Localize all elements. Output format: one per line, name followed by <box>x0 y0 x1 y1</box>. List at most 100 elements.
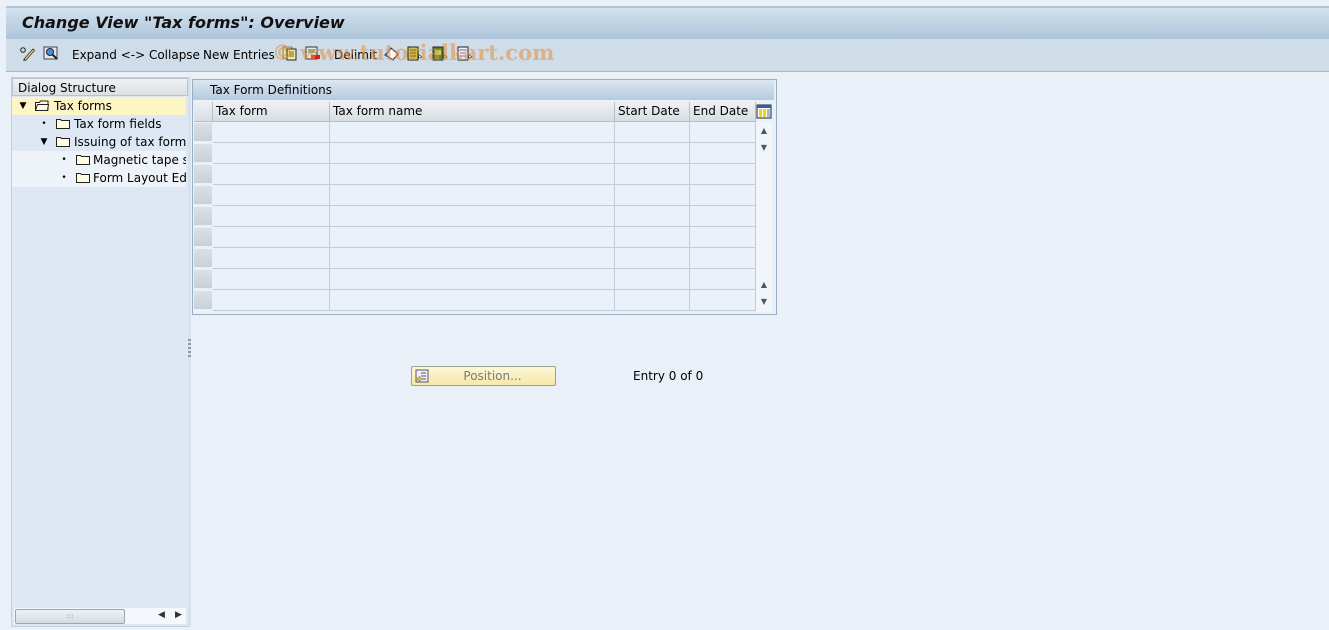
table-cell[interactable] <box>213 248 330 269</box>
expand-collapse-button[interactable]: Expand <-> Collapse <box>72 47 200 63</box>
column-header-tax-form-name[interactable]: Tax form name <box>330 102 615 122</box>
application-toolbar: Expand <-> Collapse New Entries Delimit <box>6 39 1329 72</box>
delimit-button[interactable]: Delimit <box>334 47 377 63</box>
row-selector[interactable] <box>194 270 212 289</box>
scroll-down-icon[interactable]: ▼ <box>756 140 772 156</box>
column-header-end-date[interactable]: End Date <box>690 102 756 122</box>
splitter-grip <box>188 351 191 353</box>
tree-item-tax-forms[interactable]: ▼ Tax forms <box>12 97 186 115</box>
new-entries-button[interactable]: New Entries <box>203 47 275 63</box>
table-settings-icon[interactable] <box>756 103 772 120</box>
table-cell[interactable] <box>330 227 615 248</box>
table-cell[interactable] <box>213 164 330 185</box>
table-cell[interactable] <box>330 269 615 290</box>
column-header-start-date[interactable]: Start Date <box>615 102 690 122</box>
table-cell[interactable] <box>213 269 330 290</box>
find-icon[interactable] <box>43 46 59 61</box>
row-selector[interactable] <box>194 228 212 247</box>
table-cell[interactable] <box>690 164 756 185</box>
folder-icon <box>76 173 90 183</box>
column-header-tax-form[interactable]: Tax form <box>213 102 330 122</box>
table-cell[interactable] <box>690 185 756 206</box>
table-cell[interactable] <box>330 206 615 227</box>
table-cell[interactable] <box>690 227 756 248</box>
expanded-triangle-icon[interactable]: ▼ <box>39 133 49 151</box>
tax-form-definitions-table: Tax Form Definitions Tax form Tax form n… <box>192 79 777 315</box>
table-cell[interactable] <box>330 290 615 311</box>
table-cell[interactable] <box>690 248 756 269</box>
table-cell[interactable] <box>615 164 690 185</box>
pencil-glasses-icon[interactable] <box>19 46 35 61</box>
tree-item-label: Issuing of tax forms <box>74 135 186 149</box>
select-all-icon[interactable] <box>407 46 423 61</box>
row-selector[interactable] <box>194 165 212 184</box>
select-all-rows-cell[interactable] <box>194 102 213 122</box>
table-cell[interactable] <box>615 269 690 290</box>
table-cell[interactable] <box>615 227 690 248</box>
folder-icon <box>56 119 70 129</box>
dialog-structure-header: Dialog Structure <box>12 78 188 96</box>
table-cell[interactable] <box>213 122 330 143</box>
scroll-left-icon[interactable]: ◀ <box>158 610 165 620</box>
table-cell[interactable] <box>690 269 756 290</box>
tree-item-label: Form Layout Edit <box>93 171 186 185</box>
splitter-grip <box>188 339 191 341</box>
table-cell[interactable] <box>690 122 756 143</box>
row-selector[interactable] <box>194 123 212 142</box>
table-cell[interactable] <box>615 290 690 311</box>
tree-item-label: Tax form fields <box>74 117 162 131</box>
folder-icon <box>76 155 90 165</box>
scroll-up-icon[interactable]: ▲ <box>756 123 772 139</box>
table-cell[interactable] <box>213 227 330 248</box>
row-selector[interactable] <box>194 144 212 163</box>
undo-change-icon[interactable] <box>384 46 400 61</box>
table-cell[interactable] <box>213 185 330 206</box>
table-cell[interactable] <box>330 143 615 164</box>
expanded-triangle-icon[interactable]: ▼ <box>18 97 28 115</box>
select-block-icon[interactable] <box>432 46 448 61</box>
leaf-bullet-icon: • <box>41 119 47 129</box>
entry-status: Entry 0 of 0 <box>633 369 704 383</box>
table-cell[interactable] <box>690 290 756 311</box>
table-cell[interactable] <box>615 206 690 227</box>
table-cell[interactable] <box>615 248 690 269</box>
table-cell[interactable] <box>615 143 690 164</box>
table-cell[interactable] <box>690 143 756 164</box>
table-cell[interactable] <box>330 122 615 143</box>
position-button[interactable]: Position... <box>411 366 556 386</box>
table-cell[interactable] <box>330 248 615 269</box>
tree-item-label: Magnetic tape st <box>93 153 186 167</box>
table-cell[interactable] <box>615 185 690 206</box>
splitter-grip <box>188 355 191 357</box>
tree-item-form-layout-edit[interactable]: • Form Layout Edit <box>12 169 186 187</box>
table-cell[interactable] <box>690 206 756 227</box>
page-down-icon[interactable]: ▼ <box>756 294 772 310</box>
table-cell[interactable] <box>615 122 690 143</box>
splitter-grip <box>188 343 191 345</box>
panel-splitter[interactable] <box>188 77 191 627</box>
table-cell[interactable] <box>330 164 615 185</box>
table-cell[interactable] <box>213 143 330 164</box>
page-up-icon[interactable]: ▲ <box>756 277 772 293</box>
table-cell[interactable] <box>213 206 330 227</box>
row-selector[interactable] <box>194 249 212 268</box>
delete-icon[interactable] <box>305 46 321 61</box>
tree-item-issuing-of-tax-forms[interactable]: ▼ Issuing of tax forms <box>12 133 186 151</box>
row-selector[interactable] <box>194 186 212 205</box>
tree-item-magnetic-tape[interactable]: • Magnetic tape st <box>12 151 186 169</box>
table-cell[interactable] <box>213 290 330 311</box>
table-title: Tax Form Definitions <box>193 80 774 100</box>
dialog-structure-panel: Dialog Structure ▼ Tax forms • Tax form … <box>11 77 189 627</box>
table-cell[interactable] <box>330 185 615 206</box>
copy-as-icon[interactable] <box>282 46 298 61</box>
title-bar: Change View "Tax forms": Overview <box>6 6 1329 40</box>
row-selector[interactable] <box>194 291 212 310</box>
deselect-all-icon[interactable] <box>457 46 473 61</box>
scrollbar-thumb[interactable]: ::: <box>15 609 125 624</box>
horizontal-scrollbar[interactable]: ::: ◀ ▶ <box>14 608 186 624</box>
tree-item-label: Tax forms <box>54 97 112 115</box>
row-selector[interactable] <box>194 207 212 226</box>
tree-item-tax-form-fields[interactable]: • Tax form fields <box>12 115 186 133</box>
splitter-grip <box>188 347 191 349</box>
scroll-right-icon[interactable]: ▶ <box>175 610 182 620</box>
